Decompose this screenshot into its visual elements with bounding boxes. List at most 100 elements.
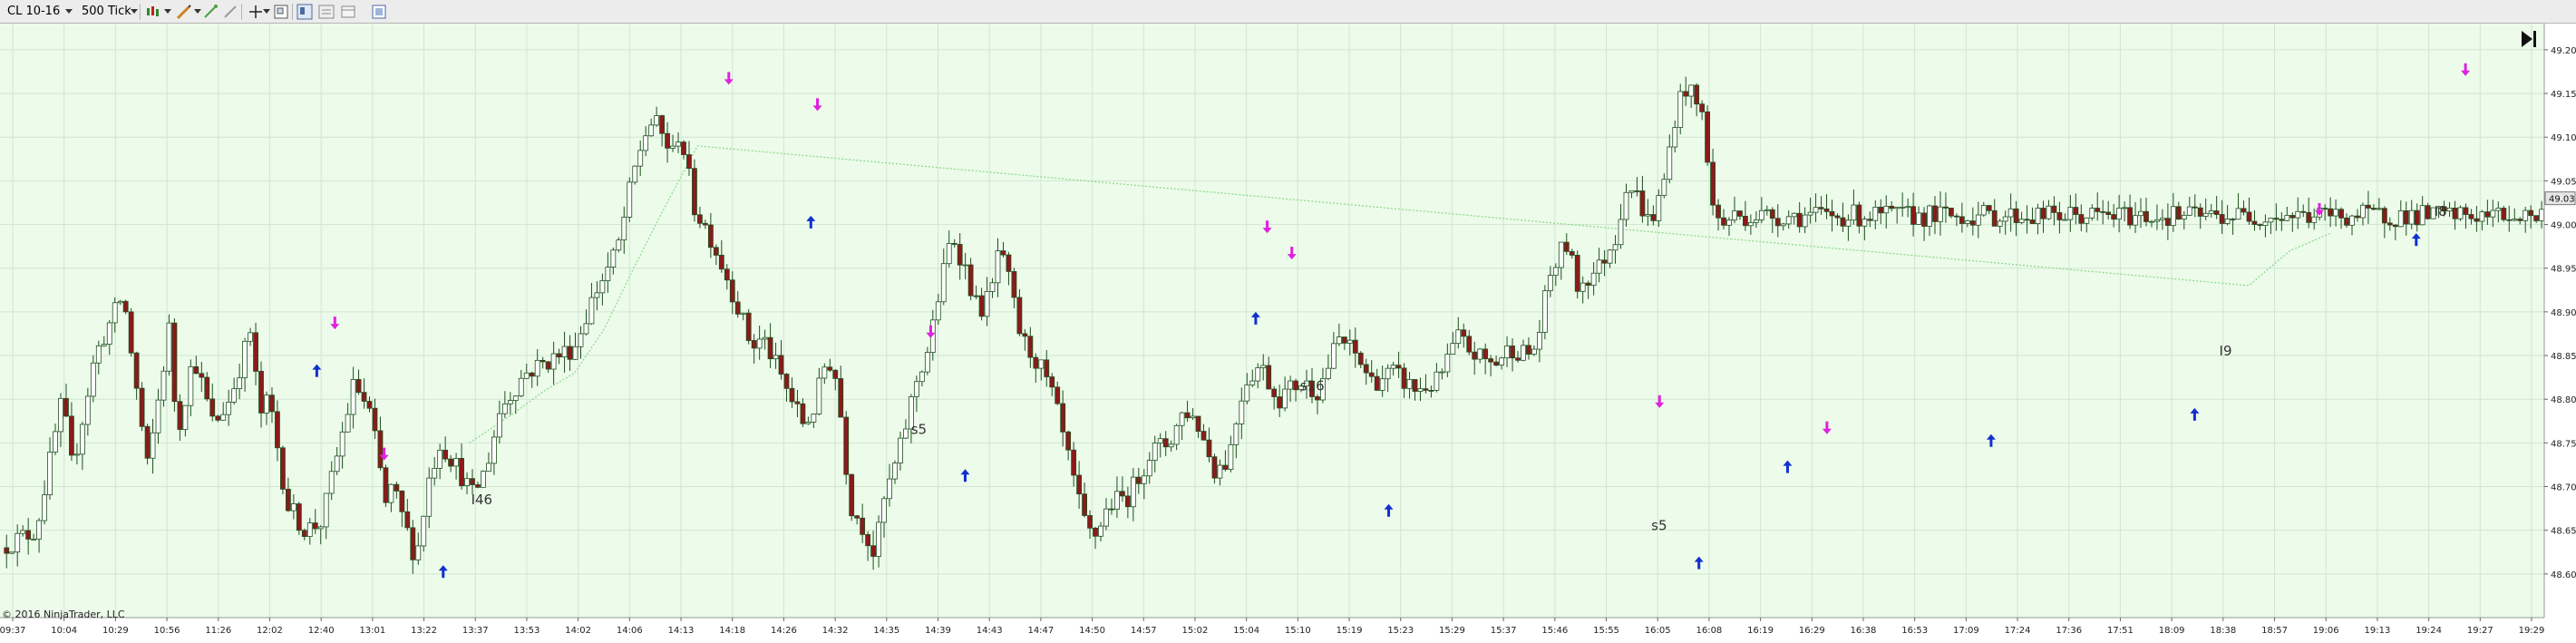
annotation-label: s5 (911, 422, 927, 438)
candle-body (1716, 204, 1721, 219)
candle-body (2533, 215, 2540, 221)
chevron-down-icon[interactable] (65, 9, 73, 14)
candle-body (973, 295, 979, 297)
candle-body (112, 302, 118, 324)
candle-body (876, 521, 881, 557)
candle-body (1677, 91, 1684, 128)
candle-body (95, 345, 102, 364)
candle-body (1791, 212, 1797, 218)
drawing-tool-icon[interactable] (175, 3, 193, 21)
candle-body (464, 478, 470, 487)
price-tick-label: 48.75 (2551, 439, 2576, 449)
time-tick-label: 14:06 (617, 626, 643, 636)
candle-body (1986, 205, 1992, 211)
candle-body (1477, 348, 1483, 360)
candle-body (1093, 527, 1098, 537)
candle-body (1195, 415, 1201, 432)
candle-body (1114, 491, 1120, 510)
candle-body (583, 323, 589, 335)
candle-body (1124, 495, 1131, 508)
candle-body (805, 422, 812, 424)
stay-in-draw-icon[interactable] (221, 3, 239, 21)
candle-body (1228, 443, 1234, 470)
chevron-down-icon[interactable] (263, 9, 270, 14)
price-axis[interactable] (2544, 24, 2576, 643)
candle-body (2403, 209, 2409, 225)
arrow-shaft (1785, 464, 1789, 473)
candle-body (995, 250, 1001, 284)
play-icon[interactable] (2519, 29, 2539, 49)
candle-body (518, 377, 524, 397)
arrow-shaft (928, 325, 932, 334)
copyright-notice: © 2016 NinjaTrader, LLC (2, 609, 125, 620)
candle-body (9, 551, 15, 554)
chart-style-icon[interactable] (145, 3, 163, 21)
candle-body (2143, 210, 2149, 222)
chevron-down-icon[interactable] (194, 9, 201, 14)
candle-body (1737, 210, 1743, 217)
candle-body (1569, 250, 1575, 256)
candle-body (1363, 364, 1369, 374)
candle-body (1932, 205, 1938, 222)
time-tick-label: 14:13 (668, 626, 695, 636)
chevron-down-icon[interactable] (164, 9, 171, 14)
candle-body (2175, 206, 2182, 220)
pencil-icon[interactable] (201, 3, 219, 21)
candle-body (670, 145, 676, 149)
candle-down (296, 502, 302, 535)
interval-selector[interactable]: 500 Tick (82, 5, 131, 18)
price-chart[interactable]: I46 s5 s16 s5 I9 I8 48.60 48.65 48.70 48.75 48.80… (0, 24, 2576, 643)
candle-up (1677, 83, 1684, 135)
candle-body (951, 243, 957, 245)
candle-body (849, 473, 855, 517)
candle-body (2474, 218, 2480, 222)
candle-body (1336, 336, 1342, 345)
chart-panel[interactable]: I46 s5 s16 s5 I9 I8 48.60 48.65 48.70 48.75 48.80… (0, 24, 2576, 643)
candle-body (1964, 220, 1970, 224)
candle-body (1552, 267, 1559, 276)
candle-body (1493, 361, 1500, 366)
candle-body (1211, 456, 1218, 479)
properties-icon[interactable] (317, 3, 335, 21)
candle-body (1417, 388, 1424, 392)
time-tick-label: 18:38 (2210, 626, 2236, 636)
candle-body (215, 415, 221, 421)
crosshair-icon[interactable] (247, 3, 265, 21)
strategies-icon[interactable] (370, 3, 388, 21)
candle-body (421, 515, 427, 547)
candle-body (1818, 207, 1824, 209)
candle-body (15, 532, 21, 553)
candle-body (106, 322, 112, 346)
candle-body (139, 387, 145, 427)
chevron-down-icon[interactable] (131, 9, 138, 14)
candle-body (1802, 214, 1808, 228)
candle-body (2213, 210, 2220, 215)
candle-body (1959, 216, 1965, 224)
arrow-shaft (442, 570, 445, 579)
candle-body (1688, 84, 1695, 97)
candle-body (1943, 206, 1949, 209)
candle-body (1910, 206, 1917, 225)
candle-body (734, 301, 741, 315)
candle-body (317, 526, 324, 530)
annotation-label: s16 (1300, 378, 1325, 395)
plot-background[interactable] (0, 24, 2544, 618)
candle-body (1623, 191, 1629, 220)
candle-body (1065, 431, 1072, 451)
templates-icon[interactable] (339, 3, 357, 21)
candle-body (1217, 464, 1223, 479)
instrument-selector[interactable]: CL 10-16 (7, 5, 60, 18)
data-box-icon[interactable] (296, 3, 314, 21)
candle-body (1510, 346, 1515, 359)
candle-body (1601, 259, 1608, 264)
candle-body (2100, 210, 2106, 213)
toolbar-separator (292, 4, 293, 20)
zoom-icon[interactable] (272, 3, 290, 21)
candle-body (794, 401, 801, 404)
time-tick-label: 10:04 (51, 626, 77, 636)
candle-body (1954, 215, 1959, 218)
candle-body (1997, 220, 2003, 227)
candle-body (507, 400, 513, 404)
candle-body (789, 387, 795, 403)
candle-body (940, 263, 947, 303)
